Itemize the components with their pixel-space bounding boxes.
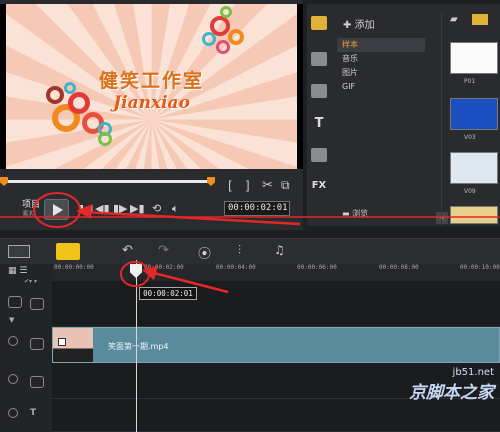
fx-icon[interactable]: FX [311,180,327,194]
watermark-site: jb51.net [452,367,494,378]
thumbnail-label: V03 [464,134,476,141]
expand-icon[interactable]: ▼ [9,316,14,324]
title-icon[interactable]: T [311,116,327,131]
graphics-icon[interactable] [311,148,327,162]
record-capture-icon[interactable]: ⦿ [198,243,211,262]
library-thumbnails: ▰ P01 V03 V09 [441,12,500,226]
library-item[interactable]: GIF [337,80,425,94]
timeline-view-icon[interactable] [56,243,80,260]
timecode-field[interactable]: 00:00:02:01 [224,201,290,216]
audio-mixer-icon[interactable]: ⫶ [238,243,241,258]
mode-clip-label[interactable]: 素材 [22,209,36,219]
undo-icon[interactable]: ↶ [122,243,133,258]
track-header-column: ▦ ☰ ✔▾ ▾ ▼ T [0,264,52,432]
track-manager-icon[interactable]: ▦ ☰ [8,266,27,276]
home-icon[interactable]: ▮◀ [78,202,93,215]
overlay-track-icon[interactable] [30,376,44,388]
tick-label: 00:00:06:00 [297,264,337,271]
thumbnail[interactable] [450,206,498,224]
scrub-bar[interactable] [0,177,215,186]
volume-icon[interactable]: 🔈︎ [172,202,179,216]
trim-start-handle[interactable] [0,177,8,186]
add-folder-button[interactable]: ✚ 添加 [343,16,375,31]
folder-icon[interactable]: ▰ [450,14,458,25]
playhead-time-tooltip: 00:00:02:01 [139,287,197,300]
timeline-toolbar: ↶ ↷ ⦿ ⫶ ♫ [0,238,500,264]
media-icon[interactable] [311,16,327,30]
title-track[interactable] [52,399,500,432]
lock-icon[interactable] [8,374,18,384]
video-track-icon[interactable] [30,338,44,350]
tick-label: 00:00:08:00 [379,264,419,271]
video-filter-icon[interactable] [472,14,488,25]
library-sidebar: T FX [307,8,331,213]
plus-icon: ✚ [343,20,352,31]
end-icon[interactable]: ▶▮ [130,202,145,215]
transition-icon[interactable] [311,52,327,66]
video-track-icon[interactable] [8,296,22,308]
library-item[interactable]: 音乐 [337,52,425,66]
preview-frame: 健笑工作室 Jianxiao [6,4,297,169]
track-options-icon[interactable]: ✔▾ ▾ [24,278,37,285]
lock-icon[interactable] [8,336,18,346]
tick-label: 00:00:00:00 [54,264,94,271]
folder-icon: ▬ [342,209,350,218]
watermark: jb51.net 京脚本之家 [409,367,494,403]
ripple-edit-icon[interactable] [30,298,44,310]
clip-name: 笑面第一期.mp4 [108,342,169,351]
tick-label: 00:00:04:00 [216,264,256,271]
browse-button[interactable]: ▬ 浏览 [342,208,368,219]
preview-screen: 健笑工作室 Jianxiao [0,4,303,169]
storyboard-view-icon[interactable] [8,245,30,258]
thumbnail-label: P01 [464,78,476,85]
thumbnail[interactable] [450,152,498,184]
preview-title: 健笑工作室 [98,70,204,92]
library-item[interactable]: 样本 [337,38,425,52]
playhead-line[interactable] [136,260,137,432]
watermark-text: 京脚本之家 [409,383,494,403]
next-frame-icon[interactable]: ▮▶ [113,202,128,215]
mark-in-button[interactable]: [ [228,179,233,193]
title-track-icon[interactable]: T [30,408,36,418]
library-item[interactable]: 图片 [337,66,425,80]
tick-label: 00:00:10:00 [460,264,500,271]
preview-subtitle: Jianxiao [113,93,190,113]
previous-frame-icon[interactable]: ◀▮ [95,202,110,215]
clip-type-icon [58,338,66,346]
thumbnail-label: V09 [464,188,476,195]
thumbnail[interactable] [450,42,498,74]
mark-out-button[interactable]: ] [245,179,250,193]
video-track[interactable] [52,281,500,327]
time-ruler[interactable]: 00:00:00:00 00:00:02:00 00:00:04:00 00:0… [52,264,500,281]
scissors-icon[interactable]: ✂ [262,178,273,193]
play-button[interactable] [44,199,69,220]
ab-transition-icon[interactable] [311,84,327,98]
redo-icon[interactable]: ↷ [158,243,169,258]
enlarge-icon[interactable]: ⧉ [281,178,290,193]
add-label: 添加 [354,20,375,31]
tick-label: 00:00:02:00 [144,264,184,271]
scrub-track[interactable] [4,180,212,183]
trim-end-handle[interactable] [207,177,215,186]
lock-icon[interactable] [8,408,18,418]
browse-label: 浏览 [352,209,369,218]
auto-music-icon[interactable]: ♫ [274,243,285,257]
repeat-icon[interactable]: ⟲ [152,202,161,215]
thumbnail[interactable] [450,98,498,130]
